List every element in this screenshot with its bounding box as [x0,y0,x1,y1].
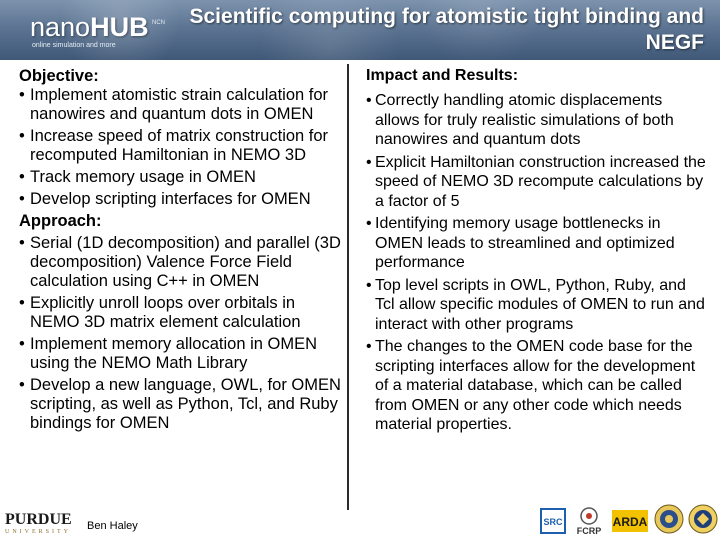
seal-2-icon [688,504,718,539]
column-divider [347,64,349,510]
list-item: • Identifying memory usage bottlenecks in… [366,215,675,271]
slide-title: Scientific computing for atomistic tight… [189,5,705,54]
left-column: Objective: • Implement atomistic strain c… [19,66,345,436]
list-item: • Develop a new language, OWL, for OMEN s… [19,376,341,432]
list-item: • Explicitly unroll loops over orbitals i… [19,294,301,331]
purdue-wordmark: PURDUE [5,511,72,528]
list-item: • Increase speed of matrix construction f… [19,127,329,164]
list-item: • Track memory usage in OMEN [19,168,256,186]
list-item: • Top level scripts in OWL, Python, Ruby,… [366,276,705,333]
seal-1-icon [654,504,684,539]
list-item: • Develop scripting interfaces for OMEN [19,190,311,208]
list-item: • Correctly handling atomic displacements… [366,92,674,148]
src-logo: SRC [540,508,566,539]
logo-tagline: online simulation and more [32,42,116,49]
approach-heading: Approach: [19,212,102,230]
logo-wordmark: nanoHUB [30,12,149,42]
purdue-logo: PURDUE UNIVERSITY [5,512,77,538]
impact-heading: Impact and Results: [366,67,519,84]
objective-heading: Objective: [19,67,99,85]
svg-text:ARDA: ARDA [613,515,648,529]
svg-text:SRC: SRC [543,517,563,527]
list-item: • Implement memory allocation in OMEN usi… [19,335,318,372]
list-item: • Explicit Hamiltonian construction incre… [366,153,706,210]
approach-list: • Serial (1D decomposition) and parallel … [19,234,345,433]
arda-logo: ARDA [612,510,648,537]
list-item: • The changes to the OMEN code base for t… [366,338,696,433]
author-name: Ben Haley [87,520,138,532]
right-column: Impact and Results: • Correctly handling … [366,66,706,438]
svg-text:FCRP: FCRP [577,526,602,536]
purdue-subtitle: UNIVERSITY [5,529,71,535]
header-banner: nanoHUB online simulation and more NCN S… [0,0,720,60]
objective-list: • Implement atomistic strain calculation … [19,86,345,209]
fcrp-logo: FCRP [570,504,608,541]
list-item: • Serial (1D decomposition) and parallel … [19,234,341,290]
impact-list: • Correctly handling atomic displacements… [366,91,706,435]
nanohub-logo[interactable]: nanoHUB online simulation and more [30,8,180,54]
list-item: • Implement atomistic strain calculation … [19,86,329,123]
